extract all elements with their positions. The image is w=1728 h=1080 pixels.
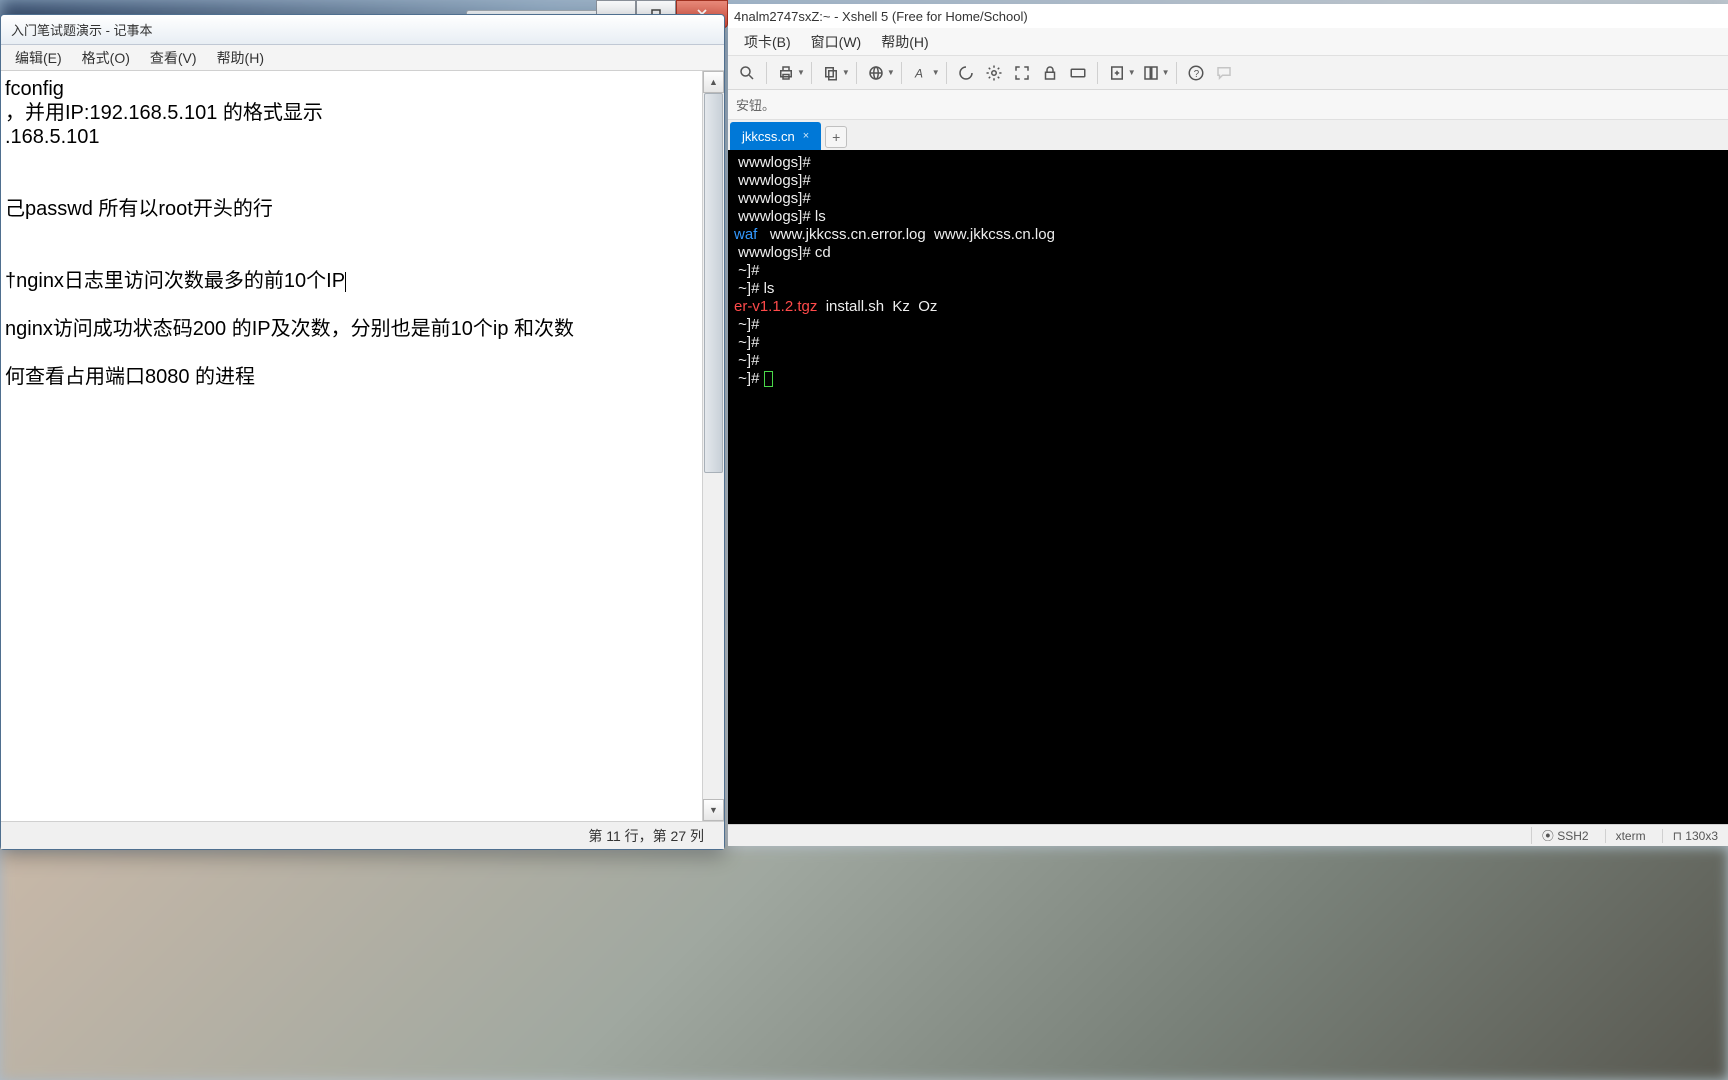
terminal-output[interactable]: wwwlogs]# wwwlogs]# wwwlogs]# wwwlogs]# … xyxy=(728,150,1728,846)
status-ssh: ⦿ SSH2 xyxy=(1531,827,1589,844)
xshell-address-hint: 安钮。 xyxy=(736,95,775,114)
swirl-icon[interactable] xyxy=(953,60,979,86)
globe-icon[interactable] xyxy=(863,60,889,86)
notepad-scrollbar[interactable]: ▲ ▼ xyxy=(702,71,724,821)
search-icon[interactable] xyxy=(734,60,760,86)
xshell-tab-label: jkkcss.cn xyxy=(742,129,795,144)
status-term: xterm xyxy=(1605,829,1646,843)
menu-format[interactable]: 格式(O) xyxy=(72,45,140,71)
notepad-window: 入门笔试题演示 - 记事本 编辑(E) 格式(O) 查看(V) 帮助(H) fc… xyxy=(0,14,725,850)
scrollbar-up-icon[interactable]: ▲ xyxy=(703,71,724,93)
background-bottom xyxy=(0,848,1728,1080)
scrollbar-track[interactable] xyxy=(703,93,724,799)
xshell-address-bar[interactable]: 安钮。 xyxy=(728,90,1728,120)
menu-view[interactable]: 查看(V) xyxy=(140,45,207,71)
xshell-window: 4nalm2747sxZ:~ - Xshell 5 (Free for Home… xyxy=(728,4,1728,846)
notepad-cursor-position: 第 11 行，第 27 列 xyxy=(588,826,704,846)
gear-icon[interactable] xyxy=(981,60,1007,86)
xshell-menu-tab[interactable]: 项卡(B) xyxy=(734,29,801,55)
dropdown-icon[interactable]: ▼ xyxy=(887,68,895,77)
status-size: ⊓ 130x3 xyxy=(1662,829,1718,843)
layout-icon[interactable] xyxy=(1138,60,1164,86)
xshell-menubar: 项卡(B) 窗口(W) 帮助(H) xyxy=(728,28,1728,56)
svg-text:?: ? xyxy=(1193,68,1199,79)
menu-edit[interactable]: 编辑(E) xyxy=(5,45,72,71)
lock-icon[interactable] xyxy=(1037,60,1063,86)
xshell-menu-window[interactable]: 窗口(W) xyxy=(801,29,872,55)
notepad-titlebar[interactable]: 入门笔试题演示 - 记事本 xyxy=(1,15,724,45)
xshell-menu-help[interactable]: 帮助(H) xyxy=(871,29,938,55)
dropdown-icon[interactable]: ▼ xyxy=(1162,68,1170,77)
dropdown-icon[interactable]: ▼ xyxy=(842,68,850,77)
notepad-textarea[interactable]: fconfig，并用IP:192.168.5.101 的格式显示.168.5.1… xyxy=(1,71,702,821)
font-icon[interactable]: A xyxy=(908,60,934,86)
scrollbar-thumb[interactable] xyxy=(704,93,723,473)
menu-help[interactable]: 帮助(H) xyxy=(207,45,274,71)
help-icon[interactable]: ? xyxy=(1183,60,1209,86)
chat-icon[interactable] xyxy=(1211,60,1237,86)
xshell-title: 4nalm2747sxZ:~ - Xshell 5 (Free for Home… xyxy=(734,9,1028,24)
notepad-menubar: 编辑(E) 格式(O) 查看(V) 帮助(H) xyxy=(1,45,724,71)
close-icon[interactable]: × xyxy=(803,130,809,142)
copy-icon[interactable] xyxy=(818,60,844,86)
xshell-statusbar: ⦿ SSH2 xterm ⊓ 130x3 xyxy=(728,824,1728,846)
dropdown-icon[interactable]: ▼ xyxy=(932,68,940,77)
dropdown-icon[interactable]: ▼ xyxy=(1128,68,1136,77)
notepad-statusbar: 第 11 行，第 27 列 xyxy=(1,821,724,849)
xshell-tab[interactable]: jkkcss.cn × xyxy=(730,122,821,150)
notepad-title: 入门笔试题演示 - 记事本 xyxy=(11,20,153,39)
fullscreen-icon[interactable] xyxy=(1009,60,1035,86)
xshell-toolbar: ▼ ▼ ▼ A ▼ ▼ ▼ ? xyxy=(728,56,1728,90)
printer-icon[interactable] xyxy=(773,60,799,86)
keyboard-icon[interactable] xyxy=(1065,60,1091,86)
svg-text:A: A xyxy=(914,66,923,80)
new-tab-button[interactable]: + xyxy=(825,126,847,148)
xshell-titlebar[interactable]: 4nalm2747sxZ:~ - Xshell 5 (Free for Home… xyxy=(728,4,1728,28)
scrollbar-down-icon[interactable]: ▼ xyxy=(703,799,724,821)
xshell-tabs: jkkcss.cn × + xyxy=(728,120,1728,150)
new-icon[interactable] xyxy=(1104,60,1130,86)
dropdown-icon[interactable]: ▼ xyxy=(797,68,805,77)
